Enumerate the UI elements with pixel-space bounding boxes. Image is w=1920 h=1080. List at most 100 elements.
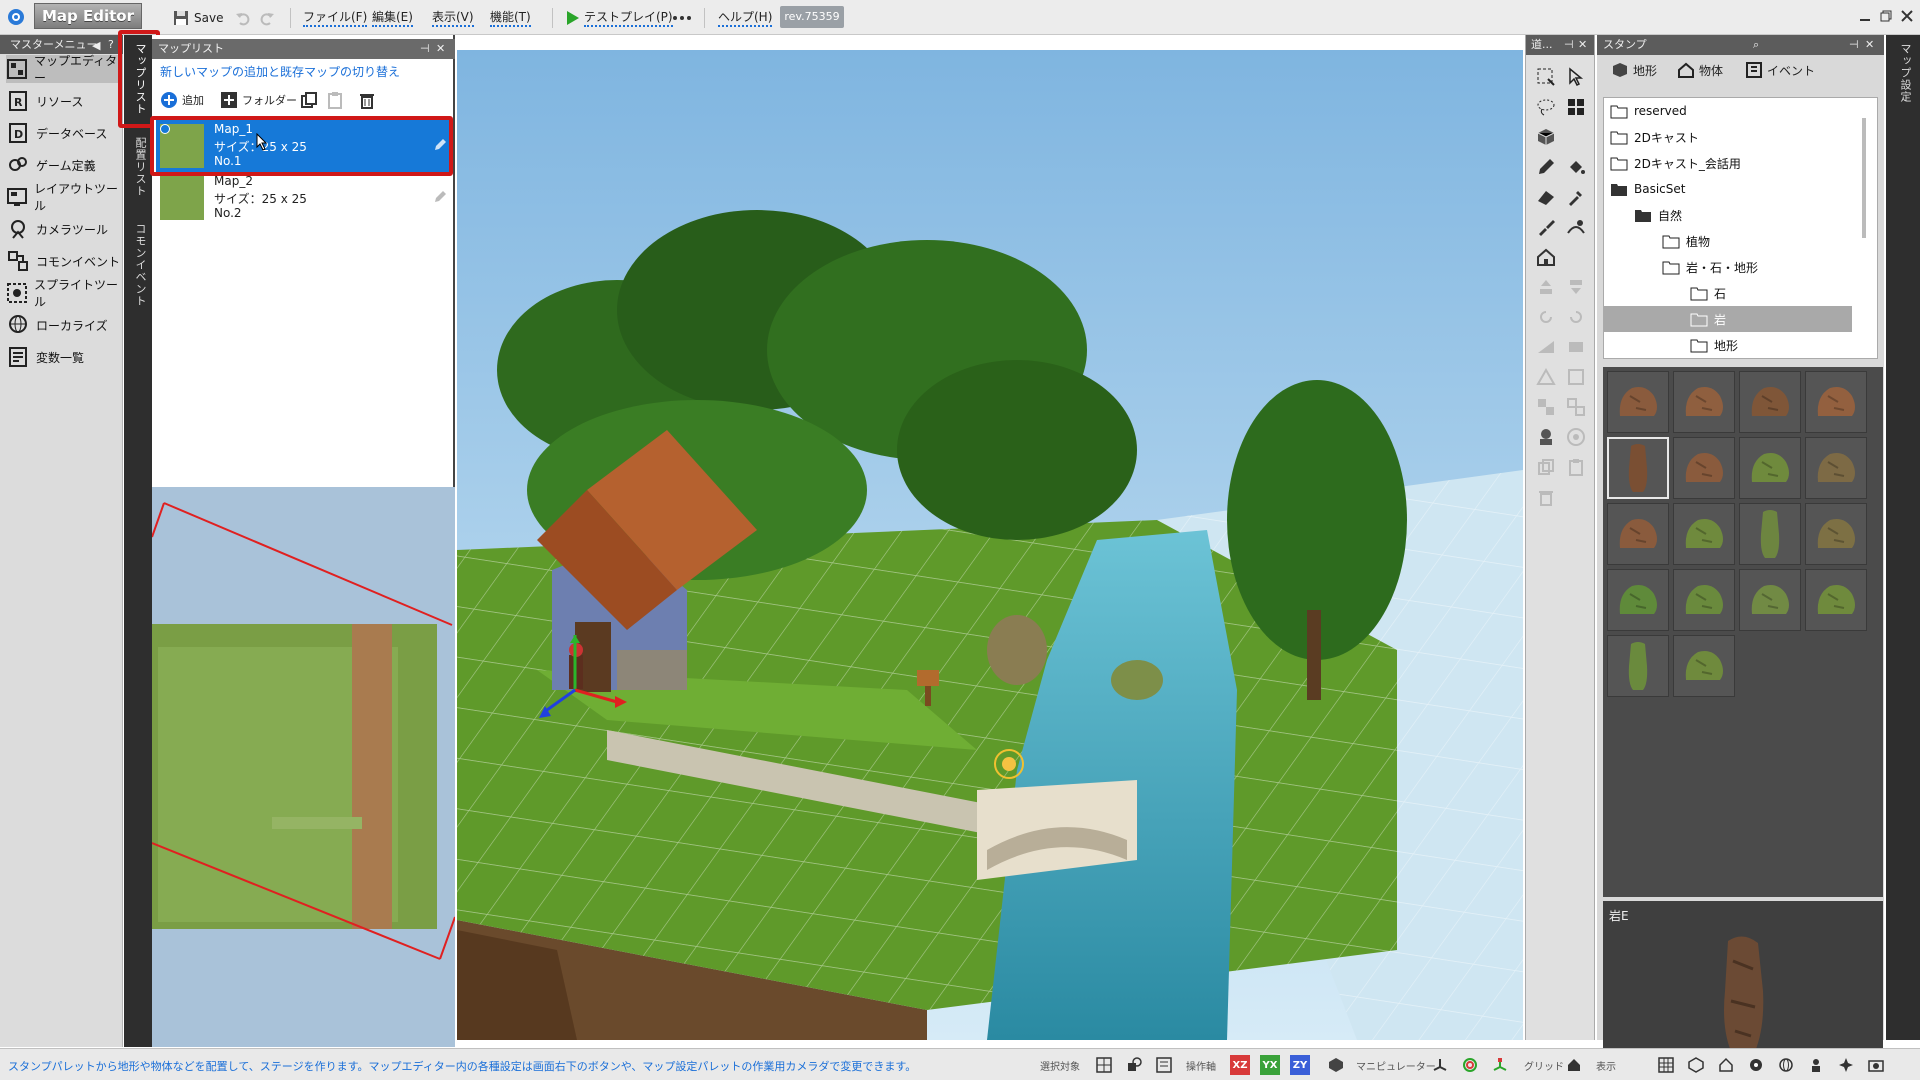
display-event-button[interactable] — [1746, 1055, 1766, 1075]
manipulator-toggle[interactable] — [1326, 1055, 1346, 1075]
save-button[interactable]: Save — [172, 6, 223, 29]
master-item-camera-tool[interactable]: カメラツール — [6, 215, 120, 243]
wall-tool[interactable] — [1564, 335, 1588, 359]
rect-select-tool[interactable] — [1534, 65, 1558, 89]
display-object-button[interactable] — [1716, 1055, 1736, 1075]
axis-xz-button[interactable]: XZ — [1230, 1055, 1250, 1075]
pointer-select-tool[interactable] — [1564, 65, 1588, 89]
group-tool[interactable] — [1534, 395, 1558, 419]
display-effect-button[interactable] — [1836, 1055, 1856, 1075]
tree-folder-2d-cast[interactable]: 2Dキャスト — [1610, 124, 1699, 150]
tree-folder-reserved[interactable]: reserved — [1610, 98, 1687, 124]
tab-placement-list[interactable]: 配置リスト — [128, 137, 148, 197]
target-tool[interactable] — [1564, 425, 1588, 449]
move-gizmo-button[interactable] — [1430, 1055, 1450, 1075]
stamp-thumbnail[interactable] — [1805, 569, 1867, 631]
delete-map-button[interactable] — [358, 91, 376, 109]
slope-tool[interactable] — [1534, 335, 1558, 359]
restore-button[interactable] — [1876, 4, 1896, 28]
character-tool[interactable] — [1534, 425, 1558, 449]
tree-folder-terrain[interactable]: 地形 — [1690, 332, 1738, 358]
stamp-thumbnail[interactable] — [1607, 437, 1669, 499]
stamp-thumbnail[interactable] — [1673, 569, 1735, 631]
edit-pencil-icon[interactable] — [433, 190, 447, 204]
rotate-left-tool[interactable] — [1534, 305, 1558, 329]
master-item-common-event[interactable]: コモンイベント — [6, 247, 120, 275]
rotate-right-tool[interactable] — [1564, 305, 1588, 329]
menu-edit[interactable]: 編集(E) — [372, 6, 413, 29]
select-event-button[interactable] — [1154, 1055, 1174, 1075]
tree-folder-basicset[interactable]: BasicSet — [1610, 176, 1685, 202]
stamp-thumbnail[interactable] — [1673, 635, 1735, 697]
select-tile-button[interactable] — [1094, 1055, 1114, 1075]
menu-view[interactable]: 表示(V) — [432, 6, 474, 29]
eyedropper-tool[interactable] — [1564, 185, 1588, 209]
height-up-tool[interactable] — [1534, 215, 1558, 239]
tree-folder-plants[interactable]: 植物 — [1662, 228, 1710, 254]
stamp-thumbnail[interactable] — [1805, 437, 1867, 499]
tab-common-event[interactable]: コモンイベント — [128, 223, 148, 307]
eraser-tool[interactable] — [1534, 185, 1558, 209]
tab-map-settings[interactable]: マップ設定 — [1893, 43, 1913, 103]
display-grid-button[interactable] — [1656, 1055, 1676, 1075]
master-item-database[interactable]: D データベース — [6, 119, 120, 147]
master-item-variables[interactable]: 変数一覧 — [6, 343, 120, 371]
stamp-thumbnail[interactable] — [1607, 371, 1669, 433]
cube-tool[interactable] — [1534, 125, 1558, 149]
tree-scrollbar[interactable] — [1862, 118, 1866, 238]
stamp-thumbnail[interactable] — [1739, 503, 1801, 565]
master-item-map-editor[interactable]: マップエディター — [6, 54, 120, 85]
tree-folder-stone[interactable]: 石 — [1690, 280, 1726, 306]
fill-tool[interactable] — [1564, 155, 1588, 179]
axis-yx-button[interactable]: YX — [1260, 1055, 1280, 1075]
lower-tool[interactable] — [1564, 275, 1588, 299]
smooth-tool[interactable] — [1564, 215, 1588, 239]
add-folder-button[interactable]: フォルダー — [220, 91, 297, 109]
tree-folder-2d-cast-talk[interactable]: 2Dキャスト_会話用 — [1610, 150, 1741, 176]
map-row-map-2[interactable]: Map_2 サイズ：25 x 25 No.2 — [156, 172, 453, 224]
paste-tool[interactable] — [1564, 455, 1588, 479]
lasso-tool[interactable] — [1534, 95, 1558, 119]
menu-function[interactable]: 機能(T) — [490, 6, 531, 29]
display-terrain-button[interactable] — [1686, 1055, 1706, 1075]
tab-terrain[interactable]: 地形 — [1611, 61, 1657, 79]
tree-folder-rocks-terrain[interactable]: 岩・石・地形 — [1662, 254, 1758, 280]
master-item-localize[interactable]: ローカライズ — [6, 311, 120, 339]
rotate-gizmo-button[interactable] — [1460, 1055, 1480, 1075]
panel-close-icon[interactable]: ✕ — [1578, 35, 1587, 55]
stamp-thumbnail[interactable] — [1607, 503, 1669, 565]
stamp-thumbnail[interactable] — [1739, 437, 1801, 499]
stamp-thumbnail[interactable] — [1805, 503, 1867, 565]
axis-zy-button[interactable]: ZY — [1290, 1055, 1310, 1075]
raise-tool[interactable] — [1534, 275, 1558, 299]
delete-tool[interactable] — [1534, 485, 1558, 509]
undo-button[interactable] — [234, 6, 252, 29]
tree-folder-rock[interactable]: 岩 — [1604, 306, 1852, 332]
grid-select-tool[interactable] — [1564, 95, 1588, 119]
copy-map-button[interactable] — [300, 91, 318, 109]
stamp-thumbnail[interactable] — [1739, 371, 1801, 433]
triangle-tool[interactable] — [1534, 365, 1558, 389]
copy-tool[interactable] — [1534, 455, 1558, 479]
pin-icon[interactable]: ⊣ — [1564, 35, 1574, 55]
pin-icon[interactable]: ⊣ — [420, 39, 430, 59]
display-character-button[interactable] — [1806, 1055, 1826, 1075]
tab-event[interactable]: イベント — [1745, 61, 1815, 79]
minimap[interactable] — [152, 487, 455, 1047]
master-item-layout-tool[interactable]: レイアウトツール — [6, 182, 120, 213]
panel-close-icon[interactable]: ✕ — [1865, 35, 1874, 55]
box-tool[interactable] — [1564, 365, 1588, 389]
master-item-game-definition[interactable]: ゲーム定義 — [6, 151, 120, 179]
test-play-button[interactable]: テストプレイ(P) — [566, 6, 673, 29]
stamp-thumbnail[interactable] — [1673, 503, 1735, 565]
3d-viewport[interactable] — [457, 50, 1523, 1040]
menu-help[interactable]: ヘルプ(H) — [718, 6, 773, 29]
stamp-thumbnail[interactable] — [1673, 371, 1735, 433]
paste-map-button[interactable] — [326, 91, 344, 109]
add-map-button[interactable]: 追加 — [160, 91, 204, 109]
scale-gizmo-button[interactable] — [1490, 1055, 1510, 1075]
master-item-resource[interactable]: R リソース — [6, 87, 120, 115]
stamp-thumbnail[interactable] — [1607, 635, 1669, 697]
display-camera-button[interactable] — [1866, 1055, 1886, 1075]
redo-button[interactable] — [258, 6, 276, 29]
